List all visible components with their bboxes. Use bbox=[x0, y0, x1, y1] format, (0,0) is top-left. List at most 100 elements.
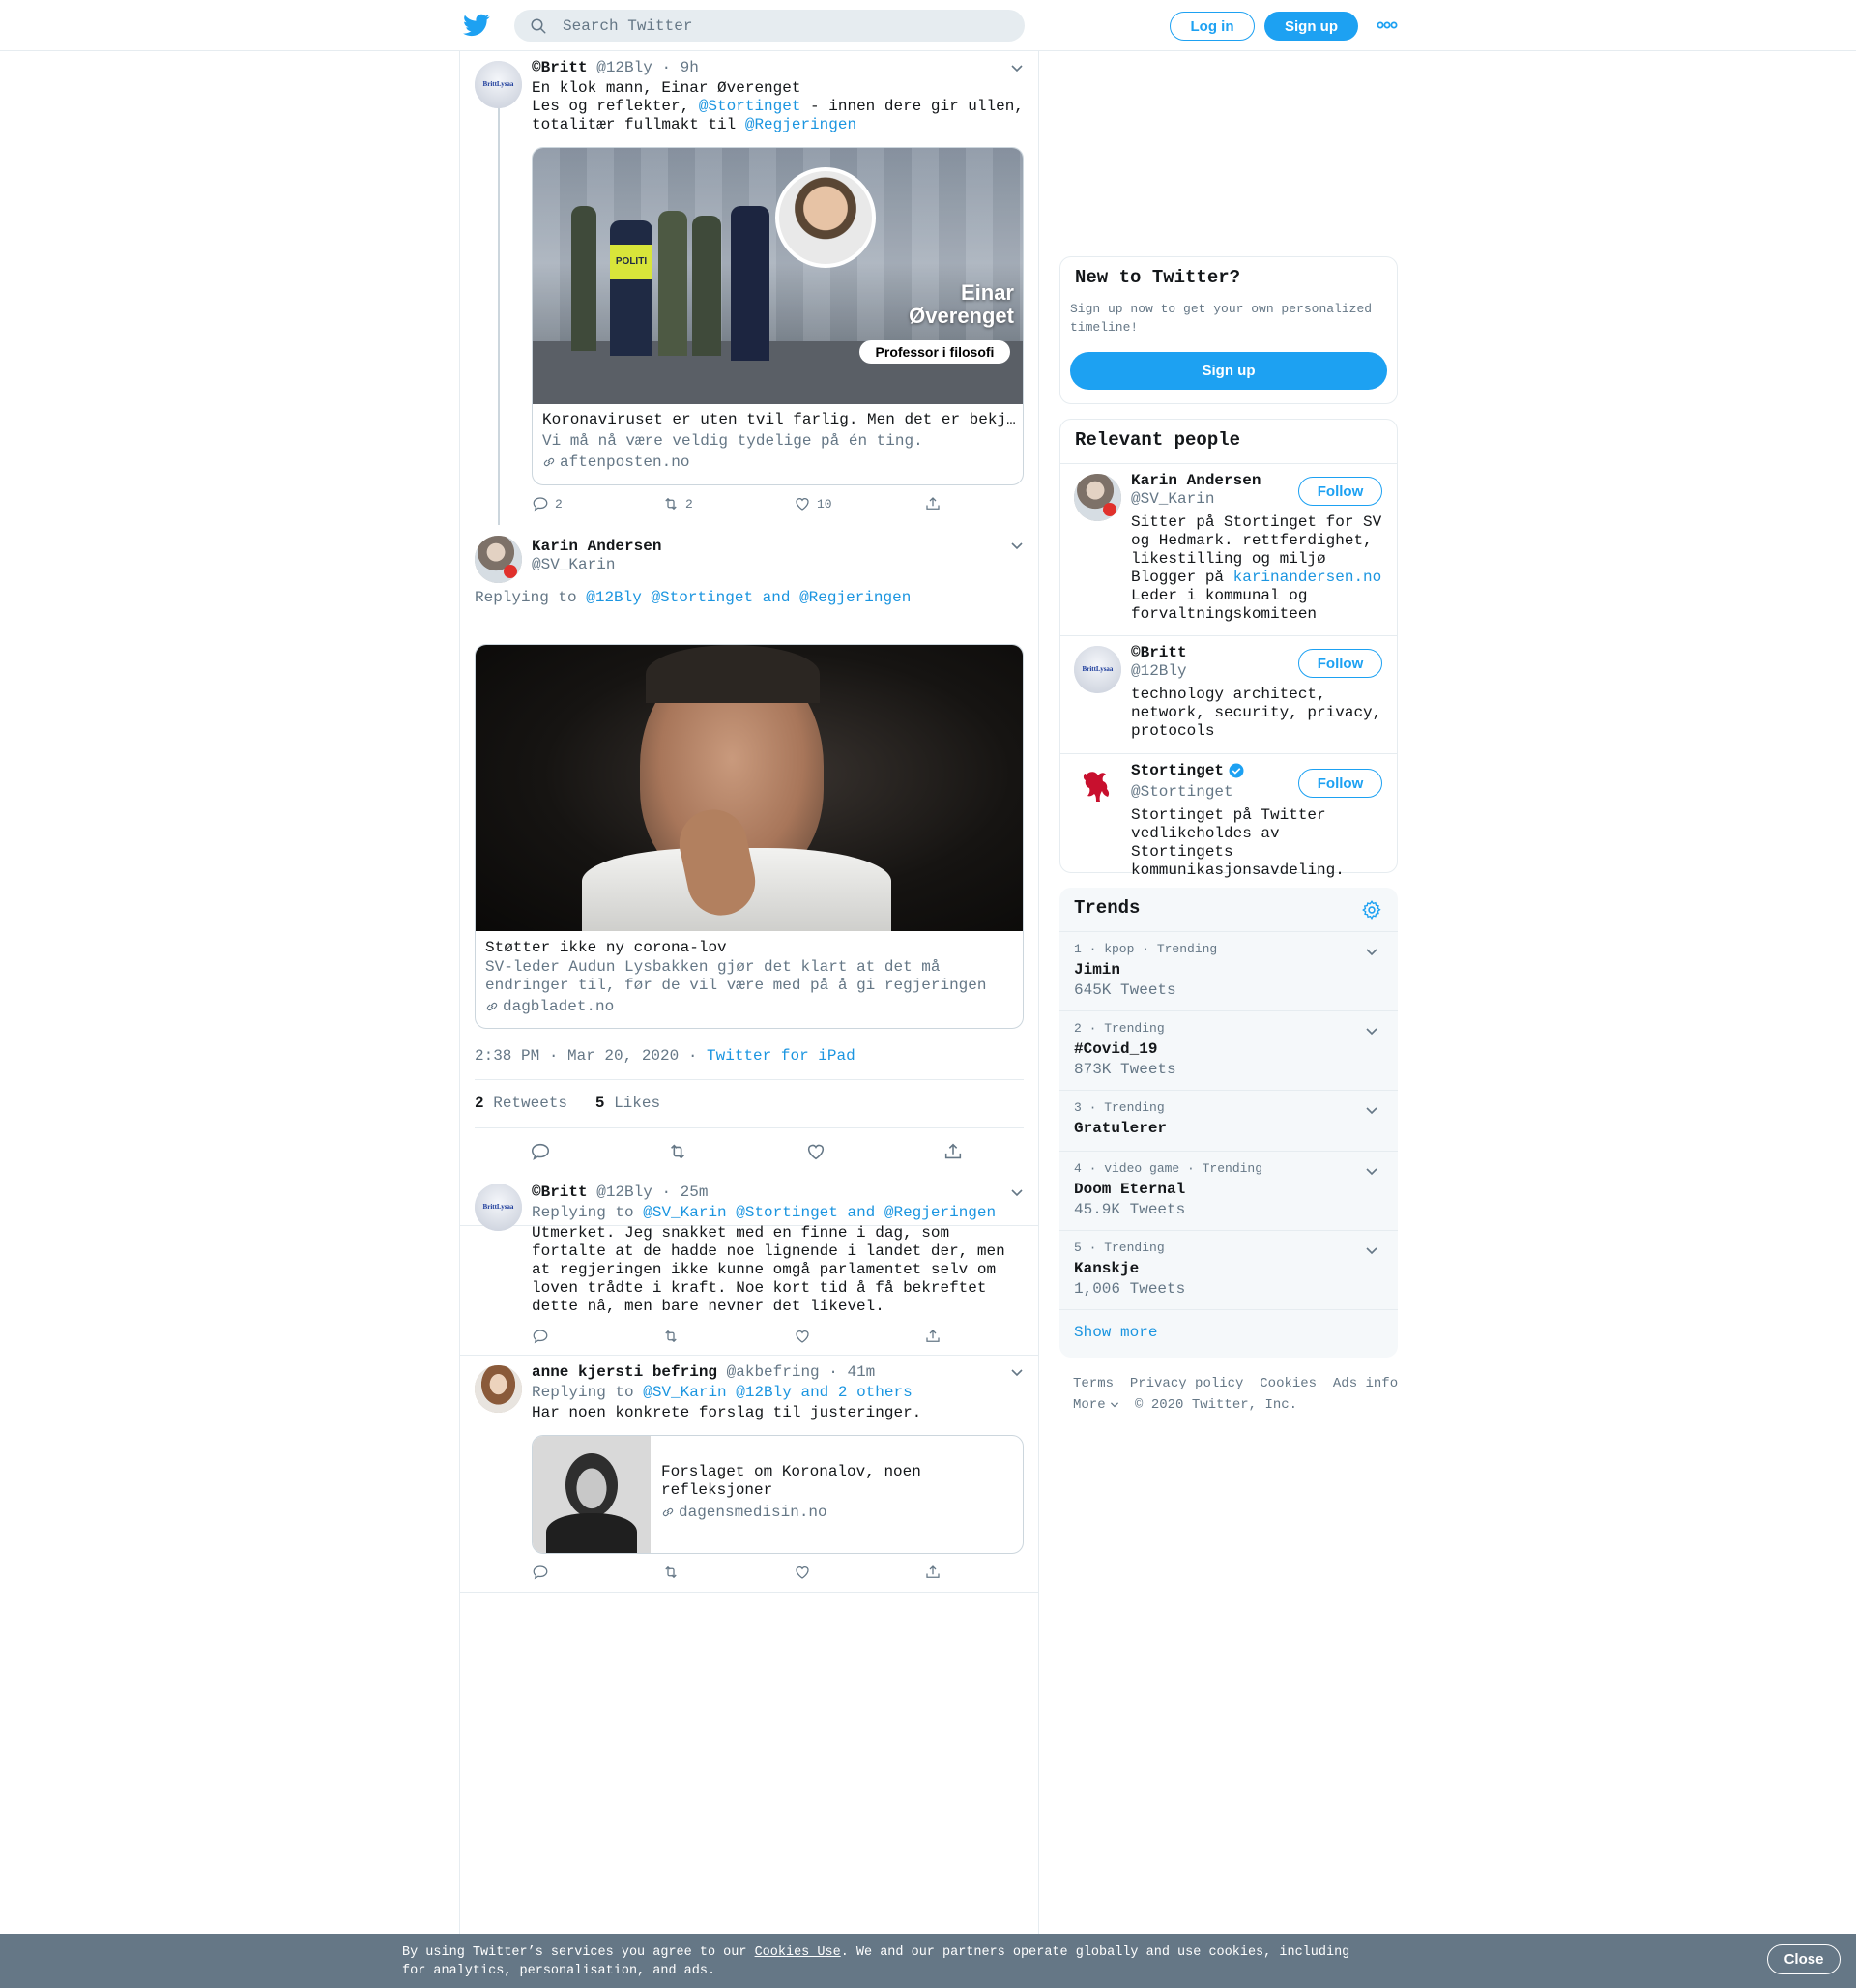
share-icon bbox=[926, 1330, 940, 1342]
chevron-down-icon[interactable] bbox=[1365, 948, 1378, 957]
search-bar[interactable] bbox=[514, 10, 1025, 42]
person-handle[interactable]: @SV_Karin bbox=[1131, 490, 1214, 508]
avatar[interactable] bbox=[1074, 764, 1121, 811]
like-button[interactable] bbox=[794, 1328, 811, 1345]
footer-link-terms[interactable]: Terms bbox=[1073, 1376, 1114, 1391]
close-button[interactable]: Close bbox=[1767, 1944, 1841, 1974]
chevron-down-icon[interactable] bbox=[1365, 1167, 1378, 1177]
share-button[interactable] bbox=[924, 1328, 942, 1345]
source-link[interactable]: Twitter for iPad bbox=[707, 1047, 856, 1065]
chevron-down-icon[interactable] bbox=[1365, 1246, 1378, 1256]
tweet-time[interactable]: 41m bbox=[847, 1363, 875, 1381]
retweet-button[interactable] bbox=[662, 1564, 680, 1581]
follow-button[interactable]: Follow bbox=[1298, 649, 1382, 678]
card-title: Støtter ikke ny corona-lov bbox=[485, 939, 727, 956]
signup-button[interactable]: Sign up bbox=[1070, 352, 1387, 390]
more-options-icon[interactable] bbox=[1377, 18, 1398, 32]
retweet-count[interactable]: 2 Retweets bbox=[475, 1095, 567, 1112]
share-button[interactable] bbox=[942, 1141, 964, 1162]
reply-button[interactable] bbox=[532, 1328, 549, 1345]
link-card[interactable]: Forslaget om Koronalov, noen refleksjone… bbox=[532, 1435, 1024, 1554]
cookies-use-link[interactable]: Cookies Use bbox=[755, 1945, 841, 1960]
settings-gear-icon[interactable] bbox=[1361, 899, 1382, 921]
avatar[interactable] bbox=[475, 536, 522, 583]
person-name[interactable]: ©Britt bbox=[1131, 644, 1187, 661]
share-button[interactable] bbox=[924, 1564, 942, 1581]
retweet-button[interactable] bbox=[667, 1141, 688, 1162]
footer-link-ads-info[interactable]: Ads info bbox=[1333, 1376, 1398, 1391]
mention-link[interactable]: @Stortinget bbox=[699, 98, 801, 115]
trend-item[interactable]: 3 · Trending Gratulerer bbox=[1059, 1090, 1398, 1151]
author-handle[interactable]: @12Bly bbox=[596, 1184, 652, 1201]
author-name[interactable]: Karin Andersen bbox=[532, 538, 661, 555]
follow-button[interactable]: Follow bbox=[1298, 769, 1382, 798]
reply-button[interactable] bbox=[532, 1564, 549, 1581]
reply-button[interactable] bbox=[530, 1141, 551, 1162]
retweet-button[interactable] bbox=[662, 1328, 680, 1345]
author-handle[interactable]: @SV_Karin bbox=[532, 556, 615, 573]
follow-button[interactable]: Follow bbox=[1298, 477, 1382, 506]
trend-item[interactable]: 2 · Trending #Covid_19 873K Tweets bbox=[1059, 1010, 1398, 1090]
bio-link[interactable]: karinandersen.no bbox=[1233, 569, 1382, 586]
person-handle[interactable]: @Stortinget bbox=[1131, 783, 1233, 801]
avatar[interactable] bbox=[1074, 474, 1121, 521]
chevron-down-icon[interactable] bbox=[1365, 1027, 1378, 1037]
avatar[interactable]: BrittLysaa bbox=[475, 61, 522, 108]
author-name[interactable]: ©Britt bbox=[532, 59, 588, 76]
twitter-bird-logo-icon[interactable] bbox=[462, 12, 491, 39]
reply-tweet[interactable]: BrittLysaa ©Britt @12Bly · 25m Replying … bbox=[460, 1175, 1038, 1356]
avatar[interactable]: BrittLysaa bbox=[1074, 646, 1121, 693]
chevron-down-icon[interactable] bbox=[1365, 1106, 1378, 1116]
tweet-time[interactable]: 9h bbox=[681, 59, 699, 76]
author-handle[interactable]: @akbefring bbox=[727, 1363, 820, 1381]
tweet-stats: 2 Retweets 5 Likes bbox=[475, 1095, 660, 1112]
trend-item[interactable]: 1 · kpop · Trending Jimin 645K Tweets bbox=[1059, 931, 1398, 1010]
person-item[interactable]: BrittLysaa ©Britt @12Bly Follow technolo… bbox=[1060, 635, 1397, 753]
footer-link-cookies[interactable]: Cookies bbox=[1260, 1376, 1317, 1391]
card-title: Koronaviruset er uten tvil farlig. Men d… bbox=[542, 411, 1016, 428]
person-item[interactable]: Karin Andersen @SV_Karin Follow Sitter p… bbox=[1060, 463, 1397, 635]
mention-links[interactable]: @SV_Karin @12Bly and 2 others bbox=[643, 1384, 912, 1401]
person-name[interactable]: Stortinget bbox=[1131, 762, 1245, 779]
share-button[interactable] bbox=[924, 495, 942, 512]
person-handle[interactable]: @12Bly bbox=[1131, 662, 1187, 680]
author-name[interactable]: anne kjersti befring bbox=[532, 1363, 717, 1381]
mention-links[interactable]: @12Bly @Stortinget and @Regjeringen bbox=[586, 589, 911, 606]
footer-more-link[interactable]: More bbox=[1073, 1394, 1106, 1416]
tweet-ancestor[interactable]: BrittLysaa ©Britt @12Bly · 9h En klok ma… bbox=[460, 51, 1038, 525]
link-card[interactable]: POLITI Einar Øverenget Professor i filos… bbox=[532, 147, 1024, 485]
chevron-down-icon[interactable] bbox=[1010, 1368, 1024, 1378]
person-name[interactable]: Karin Andersen bbox=[1131, 472, 1261, 489]
like-button[interactable]: 10 bbox=[794, 495, 832, 512]
like-button[interactable] bbox=[805, 1141, 826, 1162]
footer-link-privacy[interactable]: Privacy policy bbox=[1130, 1376, 1244, 1391]
mention-link[interactable]: @Regjeringen bbox=[745, 116, 856, 133]
timestamp[interactable]: 2:38 PM · Mar 20, 2020 bbox=[475, 1047, 679, 1065]
avatar[interactable]: BrittLysaa bbox=[475, 1184, 522, 1231]
mention-links[interactable]: @SV_Karin @Stortinget and @Regjeringen bbox=[643, 1204, 996, 1221]
show-more-link[interactable]: Show more bbox=[1074, 1324, 1157, 1341]
trend-item[interactable]: 4 · video game · Trending Doom Eternal 4… bbox=[1059, 1151, 1398, 1230]
avatar[interactable] bbox=[475, 1365, 522, 1413]
reply-button[interactable]: 2 bbox=[532, 495, 563, 512]
retweet-button[interactable]: 2 bbox=[662, 495, 693, 512]
card-image bbox=[533, 1436, 651, 1553]
reply-tweet[interactable]: anne kjersti befring @akbefring · 41m Re… bbox=[460, 1356, 1038, 1593]
person-item[interactable]: Stortinget @Stortinget Follow Stortinget… bbox=[1060, 753, 1397, 879]
signup-button[interactable]: Sign up bbox=[1264, 12, 1358, 41]
login-button[interactable]: Log in bbox=[1170, 12, 1255, 41]
like-count[interactable]: 5 Likes bbox=[595, 1095, 660, 1112]
author-handle[interactable]: @12Bly bbox=[596, 59, 652, 76]
tweet-time[interactable]: 25m bbox=[681, 1184, 709, 1201]
focused-tweet[interactable]: Karin Andersen @SV_Karin Replying to @12… bbox=[460, 525, 1038, 1226]
link-card[interactable]: Støtter ikke ny corona-lov SV-leder Audu… bbox=[475, 644, 1024, 1029]
chevron-down-icon[interactable] bbox=[1110, 1401, 1119, 1409]
like-button[interactable] bbox=[794, 1564, 811, 1581]
search-input[interactable] bbox=[563, 10, 1007, 42]
panel-title: Relevant people bbox=[1075, 429, 1241, 451]
trend-item[interactable]: 5 · Trending Kanskje 1,006 Tweets bbox=[1059, 1230, 1398, 1309]
author-name[interactable]: ©Britt bbox=[532, 1184, 588, 1201]
chevron-down-icon[interactable] bbox=[1010, 64, 1024, 73]
chevron-down-icon[interactable] bbox=[1010, 1188, 1024, 1198]
chevron-down-icon[interactable] bbox=[1010, 541, 1024, 551]
